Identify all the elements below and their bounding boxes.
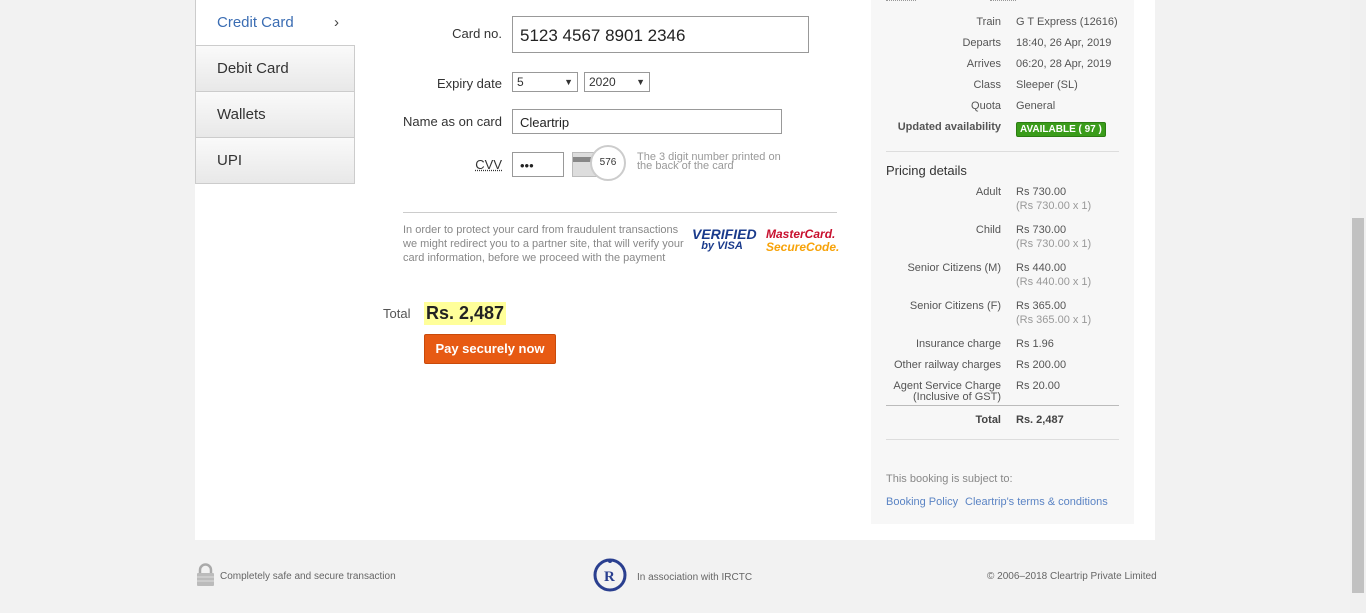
arrives-value: 06:20, 28 Apr, 2019 xyxy=(1016,58,1112,70)
row-key: Class xyxy=(973,79,1001,91)
senior-f-value: Rs 365.00 xyxy=(1016,300,1067,312)
pay-securely-button[interactable]: Pay securely now xyxy=(424,334,556,364)
tab-label: Credit Card xyxy=(217,14,294,31)
departs-value: 18:40, 26 Apr, 2019 xyxy=(1016,37,1112,49)
payment-tabs: Credit Card › Debit Card Wallets UPI xyxy=(195,0,355,184)
tab-label: UPI xyxy=(217,152,243,169)
row-key: Arrives xyxy=(966,58,1001,70)
secure-redirect-text: In order to protect your card from fraud… xyxy=(403,224,684,264)
adult-value: Rs 730.00 xyxy=(1016,186,1067,198)
verified-by-visa-logo: VERIFIED by VISA xyxy=(692,226,757,252)
irctc-association-text: In association with IRCTC xyxy=(637,572,753,583)
adult-breakdown: (Rs 730.00 x 1) xyxy=(1016,200,1092,212)
row-key: Train xyxy=(976,16,1001,28)
senior-m-breakdown: (Rs 440.00 x 1) xyxy=(1016,276,1092,288)
booking-policy-link[interactable]: Booking Policy xyxy=(886,496,958,508)
irctc-logo: R xyxy=(590,557,630,593)
child-breakdown: (Rs 730.00 x 1) xyxy=(1016,238,1092,250)
tab-credit-card[interactable]: Credit Card › xyxy=(195,0,355,46)
card-number-input[interactable]: 5123 4567 8901 2346 xyxy=(512,16,809,53)
row-key: Insurance charge xyxy=(916,338,1001,350)
row-key: Other railway charges xyxy=(894,359,1001,371)
cvv-label: CVV xyxy=(475,157,502,172)
tab-label: Debit Card xyxy=(217,60,289,77)
visa-logo-text: VERIFIED xyxy=(692,226,757,242)
tab-debit-card[interactable]: Debit Card xyxy=(195,46,355,92)
terms-link[interactable]: Cleartrip's terms & conditions xyxy=(965,496,1108,508)
total-value: Rs. 2,487 xyxy=(1016,414,1064,426)
cvv-magnifier: 576 xyxy=(590,145,626,181)
row-key: Updated availability xyxy=(897,121,1001,133)
tab-label: Wallets xyxy=(217,106,266,123)
row-key: Adult xyxy=(975,186,1001,198)
secure-transaction-text: Completely safe and secure transaction xyxy=(220,571,396,582)
dropdown-arrow-icon: ▼ xyxy=(636,77,645,87)
senior-m-value: Rs 440.00 xyxy=(1016,262,1067,274)
expiry-year-select[interactable]: 2020 ▼ xyxy=(584,72,650,92)
row-key: Senior Citizens (F) xyxy=(909,300,1001,312)
panel-top-link xyxy=(886,0,916,1)
pricing-title: Pricing details xyxy=(886,163,967,178)
tab-wallets[interactable]: Wallets xyxy=(195,92,355,138)
panel-divider xyxy=(886,405,1119,406)
row-key: Child xyxy=(975,224,1001,236)
agent-charge-value: Rs 20.00 xyxy=(1016,380,1061,392)
scrollbar-thumb[interactable] xyxy=(1352,218,1364,593)
expiry-month-select[interactable]: 5 ▼ xyxy=(512,72,578,92)
row-key: Quota xyxy=(971,100,1001,112)
name-on-card-input[interactable]: Cleartrip xyxy=(512,109,782,134)
cvv-input[interactable]: ••• xyxy=(512,152,564,177)
panel-top-link xyxy=(990,0,1016,1)
total-label: Total xyxy=(383,306,411,321)
chevron-right-icon: › xyxy=(334,14,339,31)
class-value: Sleeper (SL) xyxy=(1016,79,1078,91)
quota-value: General xyxy=(1016,100,1056,112)
panel-divider xyxy=(886,151,1119,152)
row-key: Senior Citizens (M) xyxy=(907,262,1001,274)
expiry-month-value: 5 xyxy=(517,75,524,89)
senior-f-breakdown: (Rs 365.00 x 1) xyxy=(1016,314,1092,326)
insurance-value: Rs 1.96 xyxy=(1016,338,1054,350)
panel-divider xyxy=(886,439,1119,440)
lock-icon xyxy=(196,563,215,587)
expiry-year-value: 2020 xyxy=(589,75,616,89)
cvv-hint-line2: the back of the card xyxy=(637,160,734,172)
other-charges-value: Rs 200.00 xyxy=(1016,359,1067,371)
availability-badge: AVAILABLE ( 97 ) xyxy=(1016,122,1106,137)
divider xyxy=(403,212,837,213)
visa-logo-subtext: by VISA xyxy=(701,240,743,252)
row-key: (Inclusive of GST) xyxy=(912,391,1001,403)
child-value: Rs 730.00 xyxy=(1016,224,1067,236)
name-label: Name as on card xyxy=(403,114,502,129)
copyright-text: © 2006–2018 Cleartrip Private Limited xyxy=(987,571,1157,582)
subject-text: This booking is subject to: xyxy=(886,473,1013,485)
svg-text:R: R xyxy=(604,569,615,585)
train-value: G T Express (12616) xyxy=(1016,16,1118,28)
dropdown-arrow-icon: ▼ xyxy=(564,77,573,87)
row-key: Total xyxy=(975,414,1001,426)
card-no-label: Card no. xyxy=(452,26,502,41)
expiry-label: Expiry date xyxy=(436,76,502,91)
total-amount: Rs. 2,487 xyxy=(424,302,507,325)
row-key: Departs xyxy=(962,37,1001,49)
tab-upi[interactable]: UPI xyxy=(195,138,355,184)
securecode-logo-text: SecureCode. xyxy=(766,240,840,254)
